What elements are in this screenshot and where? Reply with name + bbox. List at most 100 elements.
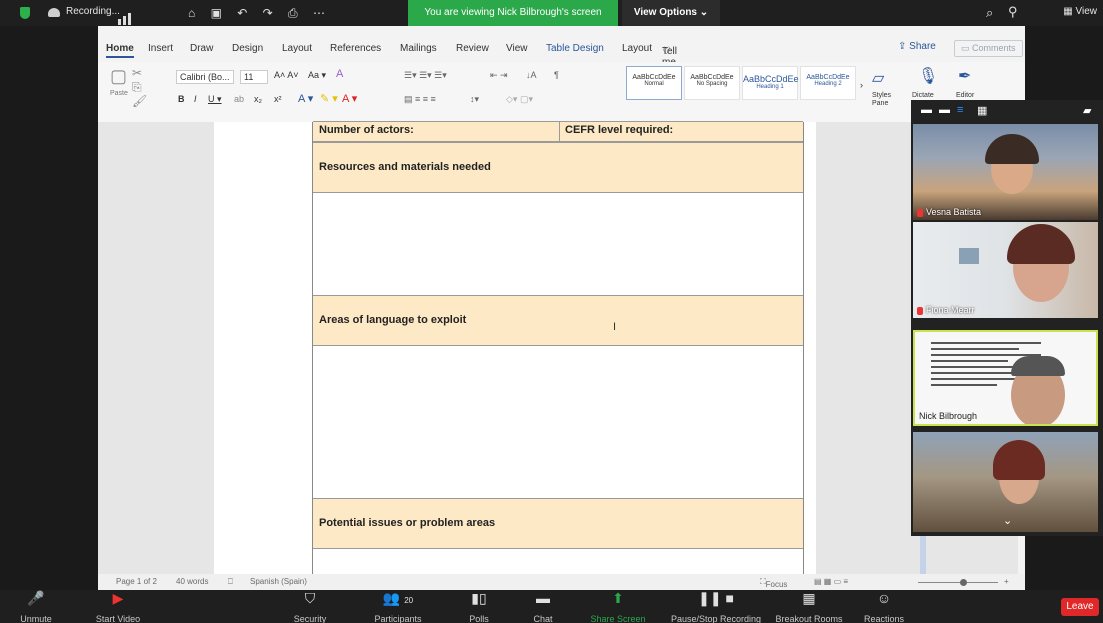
lesson-plan-table[interactable]: Number of actors: CEFR level required: R… (312, 121, 804, 574)
tab-references[interactable]: References (330, 43, 381, 54)
resources-header[interactable]: Resources and materials needed (313, 142, 803, 193)
grow-shrink-font-icons[interactable]: A˄ A˅ (274, 70, 299, 80)
tab-draw[interactable]: Draw (190, 43, 213, 54)
language-label[interactable]: Spanish (Spain) (250, 577, 307, 586)
styles-pane-label[interactable]: Styles Pane (872, 92, 896, 108)
show-formatting-icon[interactable]: ¶ (554, 70, 559, 80)
participants-button[interactable]: 👥 20 Participants (364, 590, 432, 623)
breakout-rooms-button[interactable]: ▦ Breakout Rooms (772, 590, 846, 623)
panel-controls: ▬ ▬ ≡ ▦ ▰ (911, 100, 1103, 124)
proofing-icon[interactable]: ⎕ (228, 577, 233, 587)
underline-button[interactable]: U ▾ (208, 94, 222, 105)
person-add-icon[interactable]: ⚲ (1008, 4, 1018, 20)
subscript-icon[interactable]: x₂ (254, 94, 262, 104)
paste-icon[interactable]: ▢ (110, 66, 127, 87)
styles-gallery-more-icon[interactable]: › (860, 80, 863, 90)
issues-header[interactable]: Potential issues or problem areas (313, 498, 803, 549)
line-spacing-icon[interactable]: ↕▾ (470, 94, 479, 105)
align-icons[interactable]: ▤ ≡ ≡ ≡ (404, 94, 436, 105)
style-normal[interactable]: AaBbCcDdEe Normal (626, 66, 682, 100)
style-heading-2[interactable]: AaBbCcDdEe Heading 2 (800, 66, 856, 100)
format-painter-icon[interactable]: 🖌 (132, 94, 147, 108)
reactions-button[interactable]: ☺ Reactions (858, 590, 910, 623)
search-icon[interactable]: ⌕ (986, 5, 993, 21)
language-areas-header[interactable]: Areas of language to exploit (313, 295, 803, 346)
view-mode-icons[interactable]: ▤ ▦ ▭ ≡ (814, 577, 848, 586)
table-row[interactable]: Number of actors: CEFR level required: (313, 121, 803, 142)
participant-panel: ▬ ▬ ≡ ▦ ▰ Vesna Batista Fiona Mearr Nick… (911, 100, 1103, 536)
tab-insert[interactable]: Insert (148, 43, 173, 54)
zoom-slider[interactable] (918, 582, 998, 583)
highlight-icon[interactable]: ✎ ▾ (320, 92, 338, 105)
share-button[interactable]: ⇪ Share (898, 41, 936, 52)
video-tile-active-speaker[interactable]: Nick Bilbrough (913, 330, 1098, 426)
bullets-icon[interactable]: ☰▾ ☰▾ ☰▾ (404, 70, 447, 81)
chat-label: Chat (533, 614, 553, 623)
editor-icon[interactable]: ✒ (958, 66, 971, 86)
dictate-label[interactable]: Dictate (912, 92, 934, 99)
superscript-icon[interactable]: x² (274, 94, 282, 104)
strikethrough-icon[interactable]: ab (234, 94, 244, 104)
page-count[interactable]: Page 1 of 2 (116, 577, 157, 586)
expand-icon[interactable]: ▰ (1083, 104, 1091, 117)
leave-button[interactable]: Leave (1061, 598, 1099, 616)
zoom-in-icon[interactable]: + (1004, 577, 1009, 586)
view-options-button[interactable]: View Options ⌄ (622, 0, 720, 26)
shading-borders-icons[interactable]: ◇▾ ▢▾ (506, 94, 533, 105)
share-screen-button[interactable]: ⬆ Share Screen (588, 590, 648, 623)
indent-icons[interactable]: ⇤ ⇥ (490, 70, 508, 81)
view-button[interactable]: ▦ View (1063, 6, 1097, 17)
start-video-label: Start Video (95, 614, 141, 623)
unmute-button[interactable]: 🎤 Unmute (14, 590, 58, 623)
security-shield-icon[interactable] (20, 7, 30, 19)
security-button[interactable]: ⛉ Security (288, 590, 332, 623)
language-areas-cell[interactable] (313, 346, 803, 498)
text-effects-icon[interactable]: A ▾ (298, 92, 313, 105)
resources-cell[interactable] (313, 193, 803, 295)
chevron-down-icon[interactable]: ⌄ (1003, 514, 1012, 527)
editor-label[interactable]: Editor (956, 92, 974, 99)
pause-recording-button[interactable]: ❚❚ ■ Pause/Stop Recording (664, 590, 768, 623)
sort-icon[interactable]: ↓A (526, 70, 537, 80)
start-video-button[interactable]: ▶ Start Video (90, 590, 146, 623)
video-tile[interactable]: Fiona Mearr (913, 222, 1098, 318)
document-page[interactable]: Number of actors: CEFR level required: R… (214, 121, 926, 574)
comments-button[interactable]: ▭ Comments (954, 40, 1023, 57)
issues-cell[interactable] (313, 549, 803, 574)
change-case-icon[interactable]: Aa ▾ (308, 70, 326, 81)
style-heading-1[interactable]: AaBbCcDdEe Heading 1 (742, 66, 799, 100)
chat-button[interactable]: ▬ Chat (526, 590, 560, 623)
speaker-view-icon[interactable]: ≡ (957, 104, 963, 116)
tab-view[interactable]: View (506, 43, 528, 54)
polls-button[interactable]: ▮▯ Polls (462, 590, 496, 623)
zoom-slider-handle[interactable] (960, 579, 967, 586)
video-tile[interactable]: ⌄ (913, 432, 1098, 532)
font-name-select[interactable]: Calibri (Bo... (176, 70, 234, 84)
word-titlebar-icons[interactable]: ⌂ ▣ ↶ ↷ ⎙ ⋯ (188, 6, 331, 21)
italic-button[interactable]: I (194, 94, 197, 104)
word-count[interactable]: 40 words (176, 577, 208, 586)
tab-design[interactable]: Design (232, 43, 263, 54)
cut-icon[interactable]: ✂ (132, 66, 142, 80)
bold-button[interactable]: B (178, 94, 185, 104)
collapse-icon[interactable]: ▬ (939, 104, 950, 116)
tab-table-design[interactable]: Table Design (546, 43, 604, 54)
copy-icon[interactable]: ⎘ (132, 80, 142, 95)
clear-formatting-icon[interactable]: A (336, 68, 343, 80)
gallery-view-icon[interactable]: ▦ (977, 104, 987, 117)
minimize-icon[interactable]: ▬ (921, 104, 932, 116)
video-tile[interactable]: Vesna Batista (913, 124, 1098, 220)
tab-review[interactable]: Review (456, 43, 489, 54)
tab-table-layout[interactable]: Layout (622, 43, 652, 54)
style-no-spacing[interactable]: AaBbCcDdEe No Spacing (684, 66, 740, 100)
tab-home[interactable]: Home (106, 43, 134, 58)
tab-mailings[interactable]: Mailings (400, 43, 437, 54)
recording-label[interactable]: Recording... (66, 6, 120, 17)
dictate-mic-icon[interactable]: 🎙 (918, 66, 938, 86)
font-size-select[interactable]: 11 (240, 70, 268, 84)
document-canvas[interactable]: Number of actors: CEFR level required: R… (98, 121, 1018, 574)
tab-layout[interactable]: Layout (282, 43, 312, 54)
focus-button[interactable]: ⛶ Focus (760, 577, 787, 589)
font-color-icon[interactable]: A ▾ (342, 92, 357, 105)
styles-pane-icon[interactable]: ▱ (872, 68, 884, 88)
